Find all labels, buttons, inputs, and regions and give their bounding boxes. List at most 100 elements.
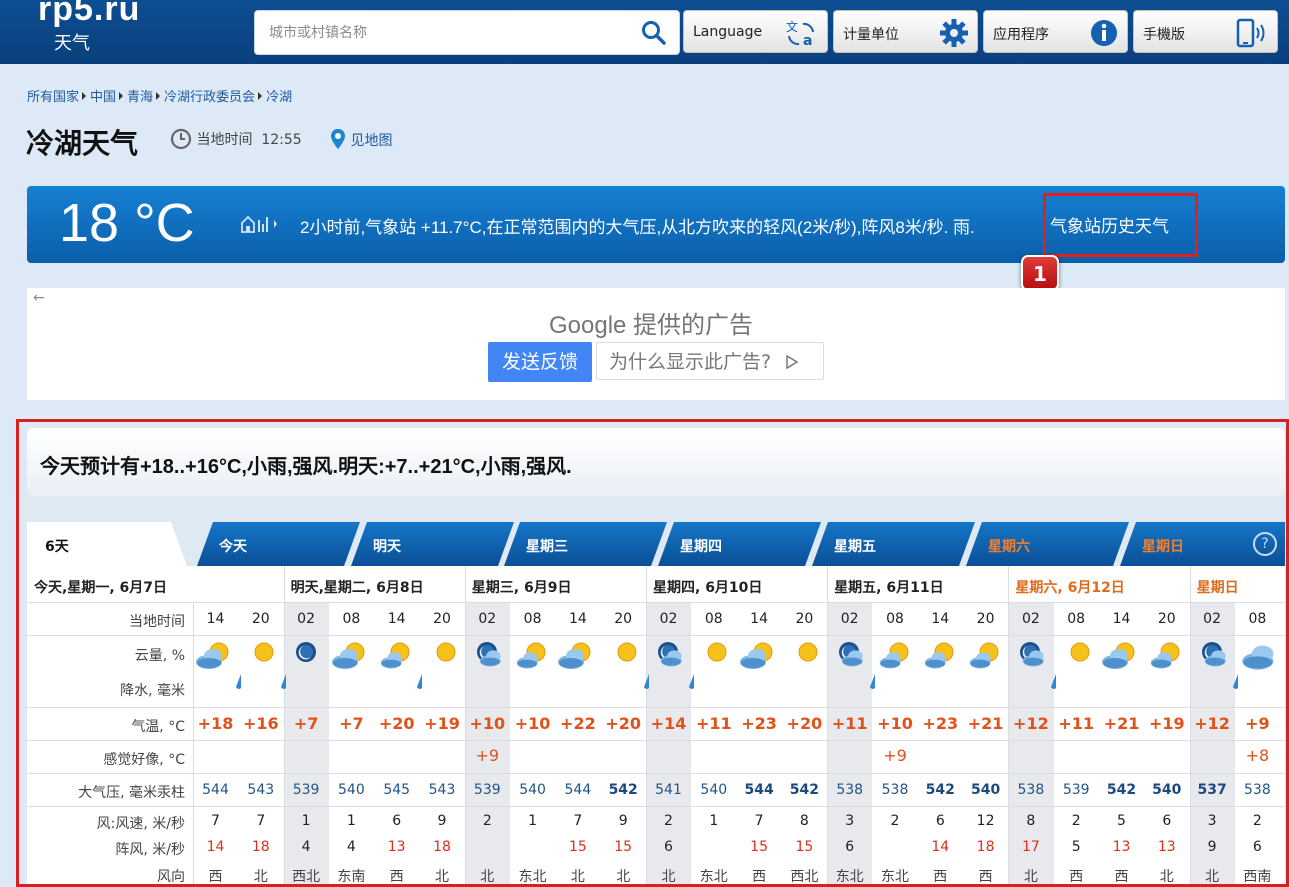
breadcrumb-item[interactable]: 青海: [127, 90, 153, 105]
forecast-temp: +9: [1245, 714, 1270, 733]
forecast-wind-dir: 西: [978, 869, 993, 885]
night-cloud-icon: [829, 636, 874, 676]
night-cloud-icon: [1010, 636, 1055, 676]
forecast-wind-dir: 北: [570, 869, 585, 885]
sun-cloud-icon: [512, 636, 557, 676]
forecast-temp: +16: [242, 714, 279, 733]
row-label-feel: 感觉好像, °C: [103, 752, 185, 768]
forecast-gust: 18: [433, 839, 451, 855]
back-arrow-icon[interactable]: ←: [33, 290, 45, 306]
forecast-wind: 6: [935, 813, 945, 829]
forecast-wind-dir: 东北: [518, 869, 547, 885]
local-time-label: 当地时间: [196, 132, 253, 148]
language-button[interactable]: Language 文a: [683, 10, 828, 53]
tab-saturday[interactable]: 星期六: [966, 522, 1129, 566]
breadcrumb-item[interactable]: 中国: [90, 90, 116, 105]
breadcrumb-item[interactable]: 所有国家: [27, 90, 79, 105]
forecast-gust: 5: [1071, 839, 1081, 855]
forecast-temp: +20: [378, 714, 415, 733]
forecast-hour: 14: [750, 611, 768, 627]
tab-friday[interactable]: 星期五: [812, 522, 975, 566]
forecast-hour: 14: [387, 611, 406, 627]
forecast-feel: +9: [883, 746, 907, 765]
forecast-hour: 08: [886, 611, 904, 627]
forecast-hour: 14: [931, 611, 950, 627]
forecast-pressure: 540: [1152, 782, 1182, 798]
forecast-hour: 14: [568, 611, 587, 627]
row-label-dir: 风向: [157, 869, 185, 885]
mobile-button[interactable]: 手機版: [1133, 10, 1278, 53]
page-title: 冷湖天气: [26, 127, 139, 160]
forecast-wind-dir: 西: [389, 869, 404, 885]
forecast-tabs: 6天 今天 明天 星期三 星期四 星期五 星期六 星期日 ?: [27, 522, 1285, 566]
sun-icon: [240, 636, 285, 676]
top-bar: rp5.ru 天气 Language 文a 计量单位 应用程序 手機版: [0, 0, 1289, 64]
forecast-wind-dir: 东北: [881, 869, 909, 885]
forecast-gust: 9: [1207, 839, 1217, 855]
local-time-value: 12:55: [261, 132, 302, 148]
tab-6days[interactable]: 6天: [27, 522, 187, 566]
table-divider: [27, 707, 1285, 708]
forecast-wind: 7: [573, 813, 583, 829]
rain-drop-icon: [414, 673, 424, 693]
forecast-hour: 20: [251, 611, 270, 627]
sun-cloud-icon: [965, 636, 1010, 676]
forecast-pressure: 540: [338, 782, 365, 798]
search-icon[interactable]: [641, 20, 667, 50]
forecast-gust: 14: [206, 839, 225, 855]
search-input[interactable]: [267, 21, 631, 45]
gear-icon: [939, 18, 969, 52]
forecast-hour: 08: [342, 611, 361, 627]
forecast-wind-dir: 北: [616, 869, 631, 885]
rain-drop-icon: [686, 673, 696, 693]
forecast-table: 当地时间 云量, % 降水, 毫米 气温, °C 感觉好像, °C 大气压, 毫…: [27, 566, 1285, 885]
cloud-sun-icon: [739, 636, 784, 676]
cloud-sun-icon: [1101, 636, 1146, 676]
why-ad-button[interactable]: 为什么显示此广告?: [596, 342, 824, 380]
forecast-wind: 5: [1117, 813, 1126, 829]
send-feedback-button[interactable]: 发送反馈: [488, 342, 592, 382]
row-label-time: 当地时间: [129, 614, 185, 630]
annotation-badge: 1: [1021, 255, 1059, 291]
tab-tomorrow[interactable]: 明天: [351, 522, 514, 566]
forecast-gust: 6: [845, 839, 855, 855]
forecast-wind: 7: [211, 813, 220, 829]
breadcrumb: 所有国家 中国 青海 冷湖行政委员会 冷湖: [27, 86, 292, 105]
tab-today[interactable]: 今天: [197, 522, 360, 566]
forecast-hour: 20: [976, 611, 995, 627]
translate-icon: 文a: [783, 18, 819, 52]
forecast-gust: 15: [568, 839, 587, 855]
forecast-hour: 14: [206, 611, 225, 627]
forecast-wind-dir: 东南: [337, 869, 366, 885]
tab-thursday[interactable]: 星期四: [658, 522, 821, 566]
forecast-temp: +21: [967, 714, 1004, 733]
help-icon[interactable]: ?: [1253, 532, 1277, 556]
forecast-wind: 6: [392, 813, 402, 829]
forecast-pressure: 540: [700, 782, 728, 798]
forecast-gust: 6: [664, 839, 673, 855]
row-label-gust: 阵风, 米/秒: [115, 842, 185, 858]
apps-button[interactable]: 应用程序: [983, 10, 1128, 53]
forecast-wind-dir: 北: [1159, 869, 1174, 885]
forecast-temp: +10: [469, 714, 506, 733]
cloud-sun-icon: [557, 636, 602, 676]
forecast-temp: +20: [605, 714, 642, 733]
forecast-wind-dir: 北: [480, 869, 495, 885]
forecast-pressure: 543: [428, 782, 456, 798]
logo[interactable]: rp5.ru 天气: [38, 0, 140, 53]
forecast-wind-dir: 北: [1205, 869, 1220, 885]
forecast-temp: +14: [650, 714, 687, 733]
breadcrumb-item[interactable]: 冷湖行政委员会: [164, 90, 255, 105]
breadcrumb-item[interactable]: 冷湖: [266, 90, 292, 105]
forecast-wind-dir: 东北: [699, 869, 728, 885]
svg-text:文: 文: [786, 19, 798, 34]
map-link-label: 见地图: [350, 133, 393, 149]
map-link[interactable]: 见地图: [330, 128, 392, 150]
tab-wednesday[interactable]: 星期三: [504, 522, 667, 566]
night-icon: [286, 636, 331, 676]
rain-drop-icon: [867, 673, 877, 693]
forecast-pressure: 541: [655, 782, 682, 798]
forecast-pressure: 537: [1197, 782, 1227, 798]
units-button[interactable]: 计量单位: [833, 10, 978, 53]
forecast-hour: 08: [523, 611, 542, 627]
